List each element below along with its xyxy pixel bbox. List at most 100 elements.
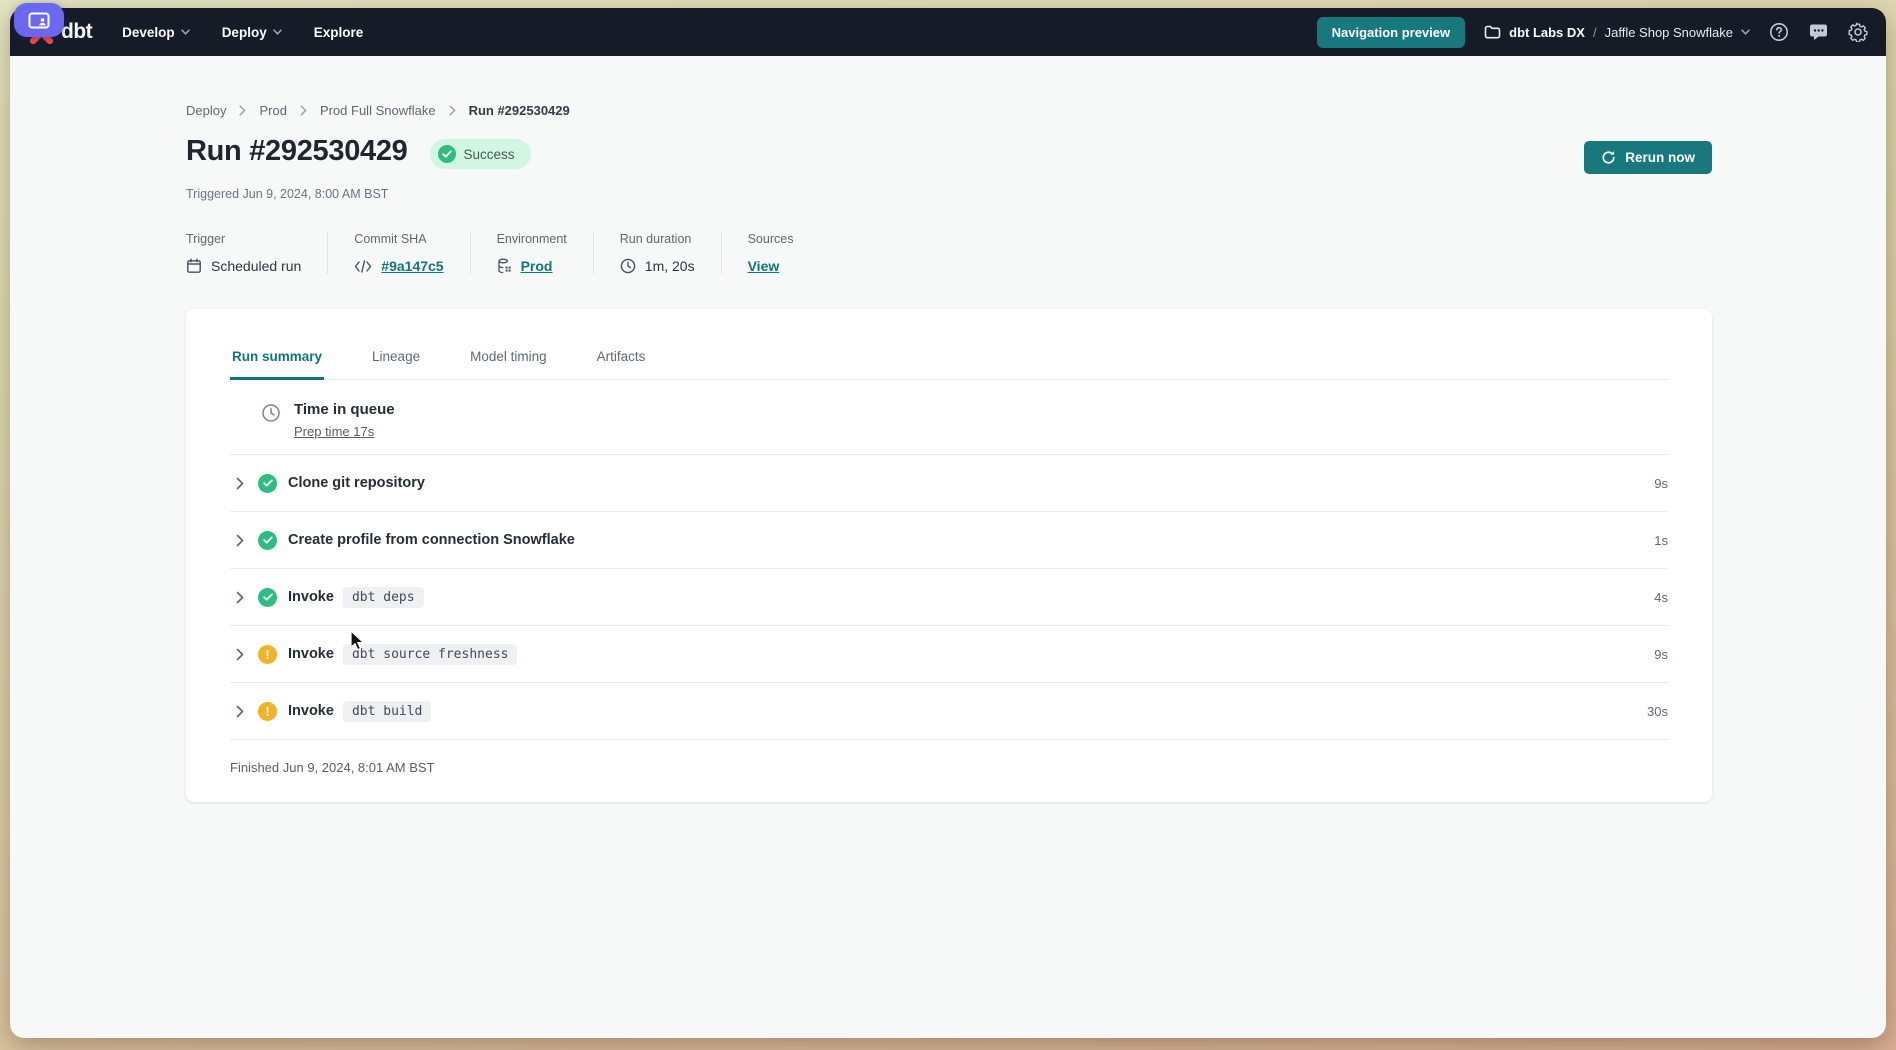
expand-chevron-icon[interactable]: [236, 477, 244, 490]
trigger-value: Scheduled run: [211, 258, 301, 274]
success-check-icon: [438, 145, 456, 163]
step-name: Create profile from connection Snowflake: [288, 532, 575, 548]
clock-outline-icon: [261, 403, 281, 423]
meta-sources: Sources View: [748, 232, 794, 274]
step-duration: 4s: [1654, 590, 1668, 605]
rerun-now-button[interactable]: Rerun now: [1584, 141, 1712, 174]
feedback-icon[interactable]: [1808, 23, 1829, 42]
folder-icon: [1484, 25, 1501, 39]
finished-timestamp: Finished Jun 9, 2024, 8:01 AM BST: [230, 740, 1668, 802]
tab-artifacts[interactable]: Artifacts: [595, 336, 648, 379]
tab-lineage[interactable]: Lineage: [370, 336, 422, 379]
expand-chevron-icon[interactable]: [236, 648, 244, 661]
expand-chevron-icon[interactable]: [236, 534, 244, 547]
tab-model-timing[interactable]: Model timing: [468, 336, 549, 379]
breadcrumb: Deploy Prod Prod Full Snowflake Run #292…: [186, 103, 1712, 118]
account-name: dbt Labs DX: [1509, 25, 1585, 40]
step-status-icon: [258, 531, 277, 550]
screen-share-icon: [28, 12, 50, 29]
app-window: dbt Develop Deploy Explore Navigation pr…: [10, 8, 1886, 1038]
step-warning-icon: !: [258, 645, 277, 664]
step-name: Invoke: [288, 589, 334, 605]
project-name: Jaffle Shop Snowflake: [1605, 25, 1733, 40]
meta-run-duration: Run duration 1m, 20s: [620, 232, 695, 274]
commit-sha-link[interactable]: #9a147c5: [381, 258, 443, 274]
breadcrumb-prod[interactable]: Prod: [259, 103, 286, 118]
tab-run-summary[interactable]: Run summary: [230, 336, 324, 380]
navbar-right: Navigation preview dbt Labs DX / Jaffle …: [1317, 17, 1868, 48]
top-navbar: dbt Develop Deploy Explore Navigation pr…: [10, 8, 1886, 56]
environment-link[interactable]: Prod: [521, 258, 553, 274]
environment-icon: [497, 258, 512, 274]
run-meta-row: Trigger Scheduled run Commit SHA: [186, 232, 1712, 274]
clock-icon: [620, 258, 636, 274]
status-label: Success: [464, 147, 515, 162]
chevron-right-icon: [449, 105, 456, 116]
run-summary-card: Run summary Lineage Model timing Artifac…: [186, 309, 1712, 802]
step-name: Clone git repository: [288, 475, 425, 491]
breadcrumb-run: Run #292530429: [469, 103, 570, 118]
meta-label: Environment: [497, 232, 567, 246]
nav-menu: Develop Deploy Explore: [122, 25, 363, 40]
chevron-down-icon: [1741, 29, 1750, 35]
breadcrumb-job[interactable]: Prod Full Snowflake: [320, 103, 436, 118]
breadcrumb-deploy[interactable]: Deploy: [186, 103, 226, 118]
queue-title: Time in queue: [294, 401, 395, 418]
step-command: dbt deps: [343, 587, 424, 608]
run-duration-value: 1m, 20s: [645, 258, 695, 274]
chevron-right-icon: [239, 105, 246, 116]
chevron-right-icon: [300, 105, 307, 116]
step-row-dbt-build[interactable]: ! Invoke dbt build 30s: [230, 683, 1668, 740]
nav-item-deploy[interactable]: Deploy: [222, 25, 282, 40]
nav-deploy-label: Deploy: [222, 25, 267, 40]
step-name: Invoke: [288, 703, 334, 719]
chevron-down-icon: [273, 29, 282, 35]
step-row-source-freshness[interactable]: ! Invoke dbt source freshness 9s: [230, 626, 1668, 683]
step-row-dbt-deps[interactable]: Invoke dbt deps 4s: [230, 569, 1668, 626]
meta-label: Sources: [748, 232, 794, 246]
step-name: Invoke: [288, 646, 334, 662]
divider: [721, 232, 722, 274]
step-status-icon: [258, 474, 277, 493]
tab-bar: Run summary Lineage Model timing Artifac…: [230, 309, 1668, 380]
nav-explore-label: Explore: [314, 25, 364, 40]
step-warning-icon: !: [258, 702, 277, 721]
step-duration: 9s: [1654, 476, 1668, 491]
rerun-label: Rerun now: [1625, 150, 1695, 165]
title-row: Run #292530429 Success Rerun now: [186, 135, 1712, 174]
page-title: Run #292530429: [186, 135, 408, 168]
step-command: dbt build: [343, 701, 431, 722]
settings-gear-icon[interactable]: [1848, 22, 1868, 42]
step-row-clone-git[interactable]: Clone git repository 9s: [230, 455, 1668, 512]
nav-item-explore[interactable]: Explore: [314, 25, 364, 40]
navigation-preview-button[interactable]: Navigation preview: [1317, 17, 1465, 48]
step-duration: 9s: [1654, 647, 1668, 662]
sources-view-link[interactable]: View: [748, 258, 780, 274]
logo-wordmark: dbt: [61, 20, 92, 44]
meta-label: Trigger: [186, 232, 301, 246]
meta-label: Run duration: [620, 232, 695, 246]
step-row-create-profile[interactable]: Create profile from connection Snowflake…: [230, 512, 1668, 569]
meta-trigger: Trigger Scheduled run: [186, 232, 301, 274]
divider: [593, 232, 594, 274]
main-content: Deploy Prod Prod Full Snowflake Run #292…: [10, 56, 1886, 802]
step-duration: 30s: [1647, 704, 1668, 719]
screen-share-badge[interactable]: [14, 3, 64, 37]
help-icon[interactable]: [1769, 22, 1789, 42]
rerun-icon: [1601, 150, 1616, 165]
step-duration: 1s: [1654, 533, 1668, 548]
code-icon: [354, 260, 372, 273]
status-badge: Success: [430, 139, 531, 169]
step-status-icon: [258, 588, 277, 607]
expand-chevron-icon[interactable]: [236, 705, 244, 718]
meta-environment: Environment Prod: [497, 232, 567, 274]
nav-item-develop[interactable]: Develop: [122, 25, 190, 40]
divider: [470, 232, 471, 274]
meta-commit-sha: Commit SHA #9a147c5: [354, 232, 443, 274]
triggered-timestamp: Triggered Jun 9, 2024, 8:00 AM BST: [186, 187, 1712, 201]
divider: [327, 232, 328, 274]
prep-time-link[interactable]: Prep time 17s: [294, 424, 395, 439]
account-project-switcher[interactable]: dbt Labs DX / Jaffle Shop Snowflake: [1484, 25, 1750, 40]
chevron-down-icon: [181, 29, 190, 35]
expand-chevron-icon[interactable]: [236, 591, 244, 604]
